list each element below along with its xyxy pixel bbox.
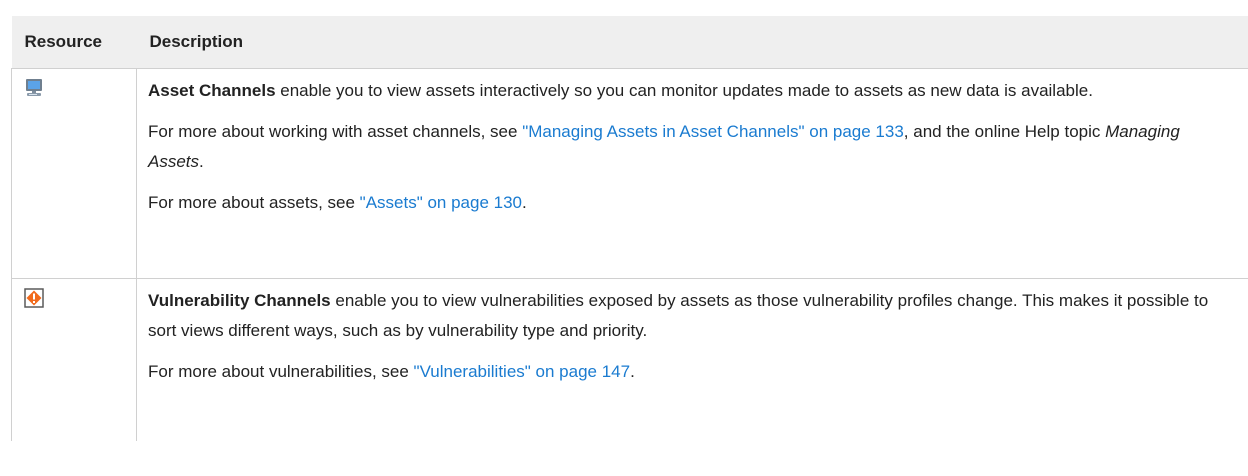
table-row-asset-channels: Asset Channels enable you to view assets… xyxy=(11,68,1248,279)
vulnerabilities-link[interactable]: "Vulnerabilities" on page 147 xyxy=(414,362,631,381)
more-info-prefix: For more about working with asset channe… xyxy=(148,122,523,141)
resource-table: Resource Description Asset Channels enab… xyxy=(11,16,1248,441)
table-body: Asset Channels enable you to view assets… xyxy=(11,68,1248,441)
asset-channels-text: enable you to view assets interactively … xyxy=(275,81,1093,100)
assets-suffix: . xyxy=(522,193,527,212)
more-info-suffix: . xyxy=(199,152,204,171)
asset-channels-more-info: For more about working with asset channe… xyxy=(148,117,1236,177)
managing-assets-link[interactable]: "Managing Assets in Asset Channels" on p… xyxy=(522,122,904,141)
asset-channels-term: Asset Channels xyxy=(148,81,276,100)
asset-channel-icon xyxy=(24,78,44,98)
resource-cell xyxy=(11,278,137,441)
assets-link[interactable]: "Assets" on page 130 xyxy=(360,193,522,212)
description-column-header: Description xyxy=(149,32,244,51)
assets-prefix: For more about assets, see xyxy=(148,193,360,212)
more-info-middle: , and the online Help topic xyxy=(903,122,1106,141)
vulnerability-channels-description: Vulnerability Channels enable you to vie… xyxy=(148,286,1236,346)
description-cell: Vulnerability Channels enable you to vie… xyxy=(136,278,1248,441)
table-row-vulnerability-channels: Vulnerability Channels enable you to vie… xyxy=(11,278,1248,441)
vulnerabilities-suffix: . xyxy=(630,362,635,381)
document-page: Resource Description Asset Channels enab… xyxy=(0,0,1248,476)
asset-channels-description: Asset Channels enable you to view assets… xyxy=(148,76,1236,106)
header-row: Resource Description xyxy=(11,16,1248,69)
vulnerabilities-more-info: For more about vulnerabilities, see "Vul… xyxy=(148,357,1236,387)
assets-more-info: For more about assets, see "Assets" on p… xyxy=(148,188,1236,218)
resource-column-header: Resource xyxy=(24,32,102,51)
resource-cell xyxy=(11,68,137,279)
vulnerability-channel-icon xyxy=(24,288,44,308)
table-header: Resource Description xyxy=(11,16,1248,69)
description-cell: Asset Channels enable you to view assets… xyxy=(136,68,1248,279)
vulnerabilities-prefix: For more about vulnerabilities, see xyxy=(148,362,414,381)
vulnerability-channels-term: Vulnerability Channels xyxy=(148,291,331,310)
